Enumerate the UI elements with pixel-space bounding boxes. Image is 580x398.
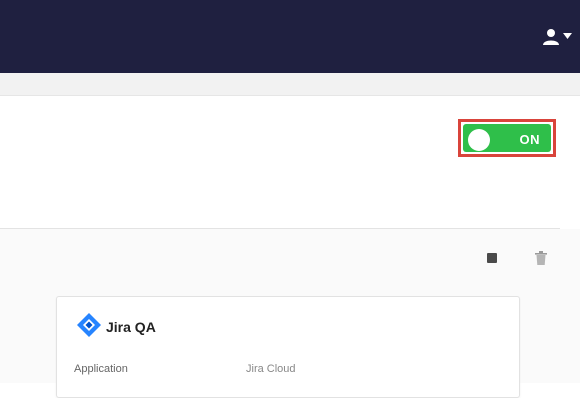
caret-down-icon [563, 33, 572, 39]
jira-logo-icon [77, 313, 101, 337]
sub-header-strip [0, 73, 580, 96]
application-label: Application [74, 363, 128, 375]
toggle-highlight-frame: ON [458, 119, 556, 157]
square-icon [487, 253, 497, 263]
delete-button[interactable] [530, 247, 552, 269]
user-menu-button[interactable] [542, 22, 572, 50]
top-navigation-bar [0, 0, 580, 73]
square-action-button[interactable] [481, 247, 503, 269]
trash-icon [535, 251, 547, 265]
on-off-toggle[interactable]: ON [463, 124, 551, 152]
toggle-knob [468, 129, 490, 151]
application-value: Jira Cloud [246, 363, 296, 375]
card-title: Jira QA [106, 319, 156, 335]
toggle-label: ON [519, 132, 540, 147]
settings-section [0, 96, 580, 226]
user-icon [543, 29, 559, 45]
